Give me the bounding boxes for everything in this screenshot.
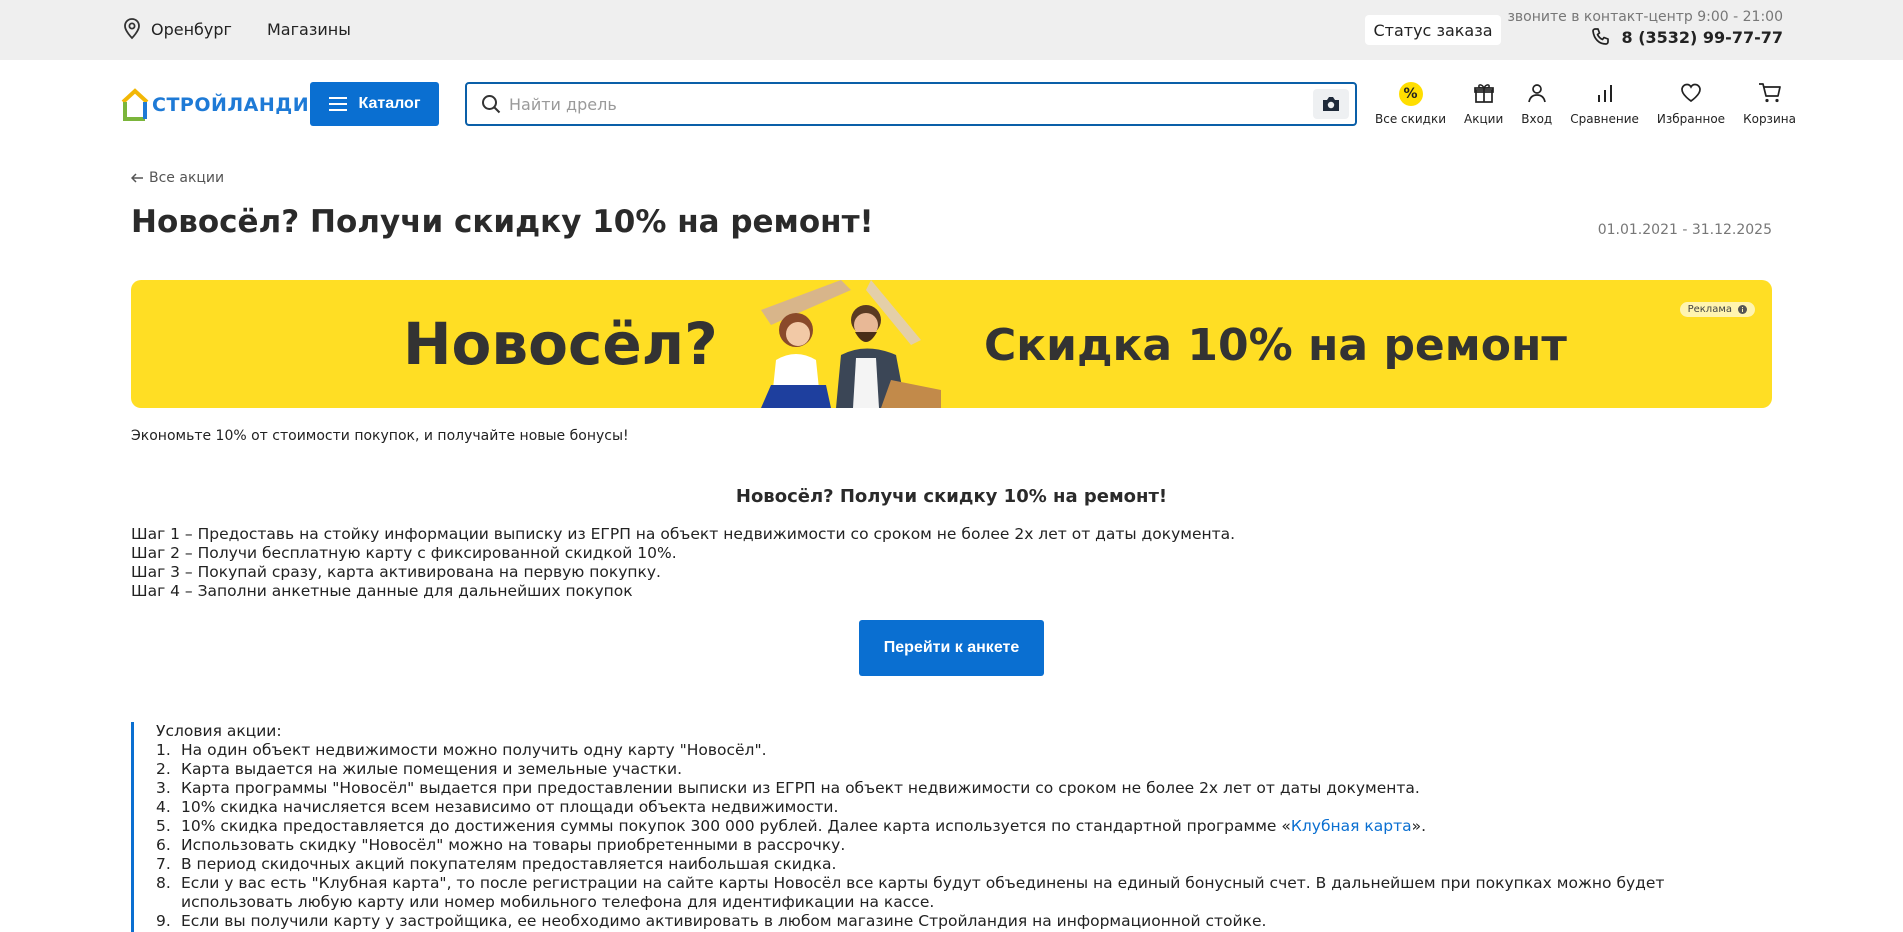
login-label: Вход bbox=[1521, 112, 1553, 126]
item-text: Если у вас есть "Клубная карта", то посл… bbox=[181, 874, 1665, 911]
ad-badge[interactable]: Реклама bbox=[1679, 302, 1755, 317]
item-number: 8. bbox=[156, 874, 171, 892]
list-item: 1. На один объект недвижимости можно полу… bbox=[156, 741, 1772, 760]
item-text: 10% скидка начисляется всем независимо о… bbox=[181, 798, 839, 816]
city-selector[interactable]: Оренбург bbox=[123, 18, 232, 40]
info-icon bbox=[1738, 305, 1747, 314]
gift-icon bbox=[1473, 84, 1494, 103]
list-item: 2. Карта выдается на жилые помещения и зе… bbox=[156, 760, 1772, 779]
phone-icon bbox=[1592, 28, 1610, 45]
item-text: В период скидочных акций покупателям пре… bbox=[181, 855, 837, 873]
promo-banner[interactable]: Новосёл? Скидка 10% на ремонт Реклама bbox=[131, 280, 1772, 408]
site-logo[interactable]: СТРОЙЛАНДИЯ bbox=[120, 88, 324, 122]
list-item: 7. В период скидочных акций покупателям п… bbox=[156, 855, 1772, 874]
item-text: Если вы получили карту у застройщика, ее… bbox=[181, 912, 1267, 930]
step-item: Шаг 3 – Покупай сразу, карта активирован… bbox=[131, 563, 661, 581]
menu-icon bbox=[328, 97, 347, 111]
all-discounts-link[interactable]: % Все скидки bbox=[1375, 82, 1446, 126]
item-text: Карта программы "Новосёл" выдается при п… bbox=[181, 779, 1420, 797]
item-number: 6. bbox=[156, 836, 171, 854]
promotions-label: Акции bbox=[1464, 112, 1504, 126]
arrow-left-icon bbox=[131, 173, 143, 183]
back-label: Все акции bbox=[149, 170, 225, 186]
search-input[interactable] bbox=[509, 94, 1313, 114]
compare-label: Сравнение bbox=[1570, 112, 1639, 126]
contact-center: звоните в контакт-центр 9:00 - 21:00 8 (… bbox=[1507, 9, 1783, 47]
header-actions: % Все скидки Акции Вход Сравнение Избран… bbox=[1375, 82, 1796, 126]
go-to-form-button[interactable]: Перейти к анкете bbox=[859, 620, 1044, 676]
conditions-block: Условия акции: 1. На один объект недвижим… bbox=[131, 722, 1772, 932]
cart-link[interactable]: Корзина bbox=[1743, 82, 1796, 126]
item-number: 9. bbox=[156, 912, 171, 930]
search-bar bbox=[465, 82, 1357, 126]
step-item: Шаг 2 – Получи бесплатную карту с фиксир… bbox=[131, 544, 677, 562]
phone-number: 8 (3532) 99-77-77 bbox=[1621, 27, 1783, 47]
main-header: СТРОЙЛАНДИЯ Каталог % Все скидки bbox=[0, 60, 1903, 148]
shops-link[interactable]: Магазины bbox=[267, 20, 351, 39]
section-title: Новосёл? Получи скидку 10% на ремонт! bbox=[735, 486, 1168, 507]
list-item: 3. Карта программы "Новосёл" выдается при… bbox=[156, 779, 1772, 798]
item-text: Использовать скидку "Новосёл" можно на т… bbox=[181, 836, 846, 854]
ad-label: Реклама bbox=[1687, 304, 1732, 315]
compare-icon bbox=[1597, 85, 1612, 102]
photo-search-button[interactable] bbox=[1313, 89, 1349, 119]
item-number: 3. bbox=[156, 779, 171, 797]
step-item: Шаг 4 – Заполни анкетные данные для даль… bbox=[131, 582, 633, 600]
promotions-link[interactable]: Акции bbox=[1464, 82, 1503, 126]
location-pin-icon bbox=[124, 18, 140, 40]
list-item: 8. Если у вас есть "Клубная карта", то по… bbox=[156, 874, 1772, 912]
conditions-heading: Условия акции: bbox=[156, 722, 282, 740]
logo-text: СТРОЙЛАНДИЯ bbox=[152, 94, 325, 116]
all-discounts-label: Все скидки bbox=[1375, 112, 1447, 126]
top-bar: Оренбург Магазины Статус заказа звоните … bbox=[0, 0, 1903, 60]
list-item: 4. 10% скидка начисляется всем независимо… bbox=[156, 798, 1772, 817]
list-item: 5. 10% скидка предоставляется до достижен… bbox=[156, 817, 1772, 836]
login-link[interactable]: Вход bbox=[1521, 82, 1552, 126]
call-hint: звоните в контакт-центр 9:00 - 21:00 bbox=[1507, 9, 1783, 25]
list-item: 9. Если вы получили карту у застройщика, … bbox=[156, 912, 1772, 931]
step-item: Шаг 1 – Предоставь на стойку информации … bbox=[131, 525, 1236, 543]
item-number: 1. bbox=[156, 741, 171, 759]
banner-people-image bbox=[761, 280, 941, 408]
cart-label: Корзина bbox=[1743, 112, 1796, 126]
item-number: 4. bbox=[156, 798, 171, 816]
steps-list: Шаг 1 – Предоставь на стойку информации … bbox=[131, 525, 1235, 601]
camera-icon bbox=[1323, 97, 1339, 111]
club-card-link[interactable]: Клубная карта bbox=[1291, 817, 1412, 835]
item-text-before: 10% скидка предоставляется до достижения… bbox=[181, 817, 1291, 835]
back-to-promotions-link[interactable]: Все акции bbox=[131, 170, 224, 186]
item-text-after: ». bbox=[1411, 817, 1427, 835]
catalog-label: Каталог bbox=[358, 95, 421, 112]
phone-link[interactable]: 8 (3532) 99-77-77 bbox=[1507, 27, 1783, 47]
compare-link[interactable]: Сравнение bbox=[1570, 82, 1639, 126]
promo-dates: 01.01.2021 - 31.12.2025 bbox=[1597, 222, 1772, 238]
item-number: 2. bbox=[156, 760, 171, 778]
search-icon bbox=[482, 95, 501, 114]
item-text: Карта выдается на жилые помещения и земе… bbox=[181, 760, 682, 778]
conditions-list: 1. На один объект недвижимости можно полу… bbox=[156, 741, 1772, 931]
percent-icon: % bbox=[1398, 82, 1423, 106]
promo-subtitle: Экономьте 10% от стоимости покупок, и по… bbox=[131, 428, 629, 444]
item-number: 7. bbox=[156, 855, 171, 873]
item-text: На один объект недвижимости можно получи… bbox=[181, 741, 767, 759]
item-text: 10% скидка предоставляется до достижения… bbox=[181, 817, 1426, 836]
heart-icon bbox=[1681, 83, 1701, 103]
favorites-label: Избранное bbox=[1656, 112, 1726, 126]
banner-left-text: Новосёл? bbox=[403, 310, 718, 378]
list-item: 6. Использовать скидку "Новосёл" можно на… bbox=[156, 836, 1772, 855]
logo-house-icon bbox=[121, 88, 149, 121]
banner-right-text: Скидка 10% на ремонт bbox=[984, 320, 1567, 371]
cart-icon bbox=[1758, 83, 1781, 103]
user-icon bbox=[1527, 84, 1546, 103]
order-status-button[interactable]: Статус заказа bbox=[1365, 15, 1501, 45]
favorites-link[interactable]: Избранное bbox=[1657, 82, 1725, 126]
item-number: 5. bbox=[156, 817, 171, 835]
city-label: Оренбург bbox=[151, 19, 232, 39]
catalog-button[interactable]: Каталог bbox=[310, 82, 439, 126]
page-title: Новосёл? Получи скидку 10% на ремонт! bbox=[131, 204, 874, 240]
